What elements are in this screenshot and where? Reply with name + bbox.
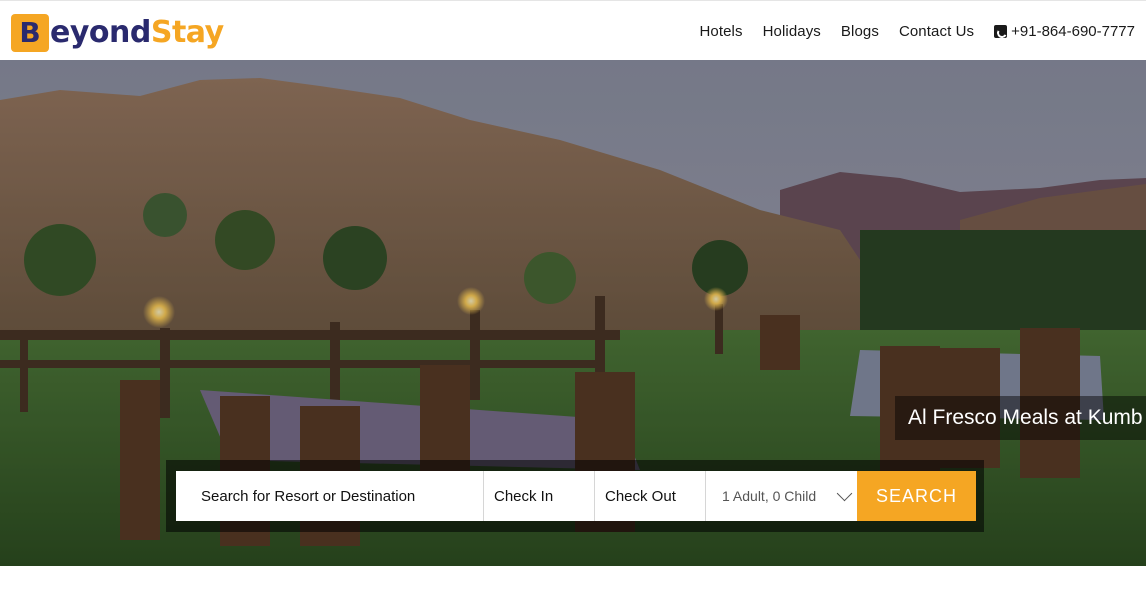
phone-link[interactable]: +91-864-690-7777: [994, 23, 1135, 40]
chevron-down-icon: [837, 488, 853, 504]
logo-wordmark: eyondStay: [50, 15, 224, 50]
check-in-field[interactable]: Check In: [484, 471, 595, 521]
search-bar: Search for Resort or Destination Check I…: [176, 471, 976, 521]
guests-value: 1 Adult, 0 Child: [722, 488, 817, 504]
nav-holidays[interactable]: Holidays: [763, 23, 821, 40]
nav-hotels[interactable]: Hotels: [699, 23, 742, 40]
guests-select[interactable]: 1 Adult, 0 Child: [706, 471, 857, 521]
nav-blogs[interactable]: Blogs: [841, 23, 879, 40]
search-button[interactable]: SEARCH: [857, 471, 976, 521]
logo-mark: B: [11, 14, 49, 52]
site-header: B eyondStay Hotels Holidays Blogs Contac…: [0, 0, 1146, 60]
check-out-field[interactable]: Check Out: [595, 471, 706, 521]
main-nav: Hotels Holidays Blogs Contact Us +91-864…: [699, 1, 1135, 61]
nav-contact-us[interactable]: Contact Us: [899, 23, 974, 40]
phone-icon: [994, 24, 1008, 38]
beyondstay-logo[interactable]: B eyondStay: [11, 13, 224, 53]
phone-number: +91-864-690-7777: [1011, 22, 1135, 40]
destination-input[interactable]: Search for Resort or Destination: [176, 471, 484, 521]
slide-caption: Al Fresco Meals at Kumb: [895, 396, 1146, 440]
